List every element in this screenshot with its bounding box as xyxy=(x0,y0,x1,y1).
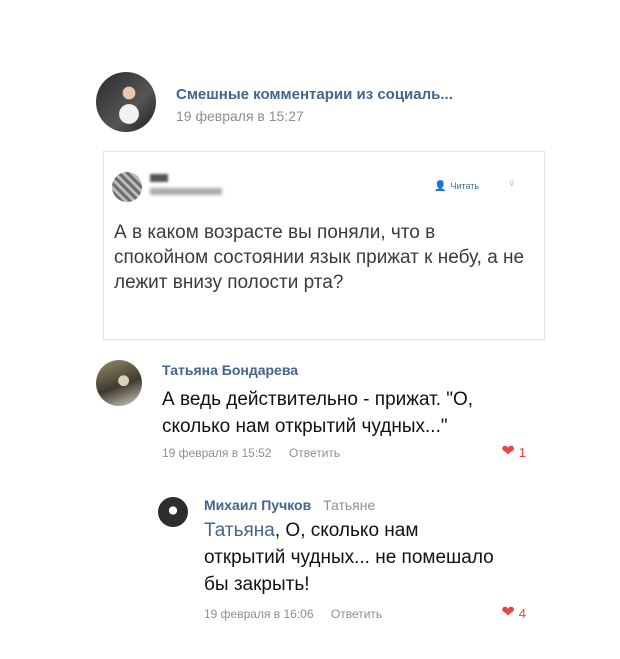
reply-to-link[interactable]: Татьяне xyxy=(323,497,375,513)
post-header: Смешные комментарии из социаль... 19 фев… xyxy=(96,72,556,136)
quoted-post-image: 👤 Читать ∨ А в каком возрасте вы поняли,… xyxy=(103,151,545,340)
comment-author[interactable]: Татьяна Бондарева xyxy=(162,362,298,378)
mention-link[interactable]: Татьяна xyxy=(204,520,275,541)
like-count: 4 xyxy=(518,605,526,621)
comment: Татьяна Бондарева А ведь действительно -… xyxy=(96,360,536,470)
comment-reply: Михаил Пучков Татьяне Татьяна, О, скольк… xyxy=(158,493,536,628)
follow-label: Читать xyxy=(450,181,480,191)
avatar[interactable] xyxy=(158,497,188,527)
comment-text: А ведь действительно - прижат. "О, сколь… xyxy=(162,389,474,437)
heart-icon: ❤ xyxy=(501,443,515,460)
comment-date[interactable]: 19 февраля в 16:06 xyxy=(204,607,314,621)
reply-button[interactable]: Ответить xyxy=(289,446,340,460)
add-user-icon: 👤 xyxy=(434,180,447,192)
comment-date[interactable]: 19 февраля в 15:52 xyxy=(162,446,272,460)
quote-text: А в каком возрасте вы поняли, что в спок… xyxy=(114,222,525,293)
chevron-down-icon: ∨ xyxy=(508,178,516,189)
group-avatar[interactable] xyxy=(96,72,156,132)
blurred-username xyxy=(150,174,168,182)
avatar[interactable] xyxy=(96,360,142,406)
comment-text-block: Татьяна, О, сколько нам открытий чудных.… xyxy=(204,517,494,598)
comment-meta: 19 февраля в 15:52 Ответить xyxy=(162,446,340,460)
comment-meta: 19 февраля в 16:06 Ответить xyxy=(204,607,382,621)
heart-icon: ❤ xyxy=(501,604,515,621)
follow-button: 👤 Читать xyxy=(434,178,479,194)
like-button[interactable]: ❤ 4 xyxy=(501,605,526,621)
group-name-link[interactable]: Смешные комментарии из социаль... xyxy=(176,86,453,103)
post-date[interactable]: 19 февраля в 15:27 xyxy=(176,108,304,124)
comment-author[interactable]: Михаил Пучков xyxy=(204,497,311,513)
blurred-avatar xyxy=(112,172,142,202)
comment-author-line: Михаил Пучков Татьяне xyxy=(204,497,375,513)
blurred-handle xyxy=(150,188,222,195)
like-button[interactable]: ❤ 1 xyxy=(501,444,526,460)
like-count: 1 xyxy=(518,444,526,460)
reply-button[interactable]: Ответить xyxy=(331,607,382,621)
